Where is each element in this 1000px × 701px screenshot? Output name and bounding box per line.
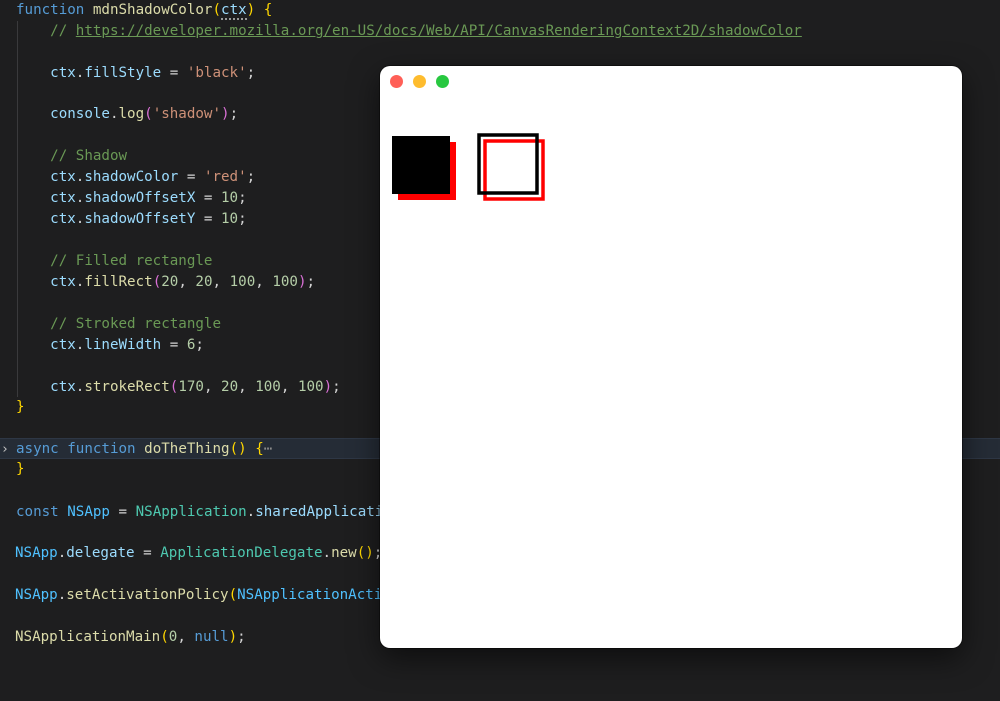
paren-close: ) xyxy=(221,106,230,122)
identifier: ctx xyxy=(50,211,76,227)
identifier: ctx xyxy=(50,190,76,206)
number: 10 xyxy=(221,211,239,227)
argument: NSApplicationActiv xyxy=(237,587,391,603)
docs-link[interactable]: https://developer.mozilla.org/en-US/docs… xyxy=(76,23,802,39)
identifier: ctx xyxy=(50,337,76,353)
brace-close: } xyxy=(16,461,25,477)
property: sharedApplicatio xyxy=(255,504,392,520)
number: 20 xyxy=(161,274,179,290)
property: shadowOffsetY xyxy=(84,211,196,227)
number: 170 xyxy=(178,379,204,395)
identifier: ctx xyxy=(50,65,76,81)
paren-close: ) xyxy=(297,274,307,290)
folded-ellipsis-icon[interactable]: ⋯ xyxy=(264,441,273,457)
paren-open: ( xyxy=(144,106,153,122)
comment: // Stroked rectangle xyxy=(50,316,222,332)
method: fillRect xyxy=(84,274,153,290)
semicolon: ; xyxy=(246,65,256,81)
brace-close: } xyxy=(16,399,25,415)
number: 100 xyxy=(272,274,298,290)
app-window[interactable] xyxy=(380,66,962,648)
stroked-rect xyxy=(477,133,539,195)
number: 100 xyxy=(229,274,256,290)
semicolon: ; xyxy=(195,337,204,353)
semicolon: ; xyxy=(332,379,341,395)
string: 'red' xyxy=(203,169,247,185)
identifier: ctx xyxy=(50,379,76,395)
brace-open: { xyxy=(263,2,273,18)
method: strokeRect xyxy=(84,379,170,395)
filled-rect xyxy=(392,136,450,194)
paren-open: ( xyxy=(160,629,169,645)
identifier: ctx xyxy=(50,169,76,185)
fold-chevron-icon[interactable]: › xyxy=(1,439,9,460)
brace-open: { xyxy=(255,441,264,457)
paren-close: ) xyxy=(228,629,238,645)
param-ctx: ctx xyxy=(221,2,247,20)
property: lineWidth xyxy=(84,337,162,353)
semicolon: ; xyxy=(238,190,247,206)
operator: = xyxy=(161,65,187,81)
property: shadowOffsetX xyxy=(84,190,196,206)
keyword: function xyxy=(16,2,85,18)
comment-slashes: // xyxy=(50,23,76,39)
comment: // Shadow xyxy=(50,148,128,164)
comment: // Filled rectangle xyxy=(50,253,213,269)
keyword: async xyxy=(16,441,59,457)
method: log xyxy=(118,106,145,122)
property: shadowColor xyxy=(84,169,179,185)
property: fillStyle xyxy=(84,65,162,81)
variable: NSApp xyxy=(15,545,58,561)
stroked-rect-shadow xyxy=(483,139,545,201)
function-name: mdnShadowColor xyxy=(92,2,213,18)
number: 20 xyxy=(221,379,239,395)
operator: = xyxy=(109,504,136,520)
parens: () xyxy=(356,545,374,561)
class-name: NSApplication xyxy=(135,504,247,520)
variable: NSApp xyxy=(67,504,110,520)
drawing-canvas xyxy=(392,133,545,201)
function-name: doTheThing xyxy=(144,441,230,457)
method: setActivationPolicy xyxy=(66,587,229,603)
paren-open: ( xyxy=(228,587,238,603)
code-line-2[interactable]: // https://developer.mozilla.org/en-US/d… xyxy=(0,21,1000,42)
number: 100 xyxy=(297,379,324,395)
semicolon: ; xyxy=(246,169,256,185)
class-name: ApplicationDelegate xyxy=(160,545,323,561)
number: 20 xyxy=(195,274,213,290)
semicolon: ; xyxy=(237,629,246,645)
semicolon: ; xyxy=(238,211,247,227)
operator: = xyxy=(161,337,187,353)
code-line-1[interactable]: function mdnShadowColor(ctx) { xyxy=(0,0,1000,21)
keyword: null xyxy=(194,629,229,645)
keyword: function xyxy=(67,441,136,457)
paren-open: ( xyxy=(212,2,222,18)
operator: = xyxy=(134,545,161,561)
number: 100 xyxy=(255,379,281,395)
operator: = xyxy=(178,169,204,185)
number: 10 xyxy=(221,190,239,206)
variable: NSApp xyxy=(15,587,58,603)
operator: = xyxy=(195,211,222,227)
identifier: console xyxy=(50,106,110,122)
string: 'shadow' xyxy=(152,106,222,122)
method: new xyxy=(331,545,357,561)
operator: = xyxy=(195,190,222,206)
function-name: NSApplicationMain xyxy=(15,629,161,645)
semicolon: ; xyxy=(306,274,316,290)
parens: () xyxy=(229,441,247,457)
string: 'black' xyxy=(186,65,247,81)
paren-open: ( xyxy=(152,274,162,290)
paren-close: ) xyxy=(323,379,333,395)
property: delegate xyxy=(66,545,135,561)
keyword: const xyxy=(16,504,59,520)
semicolon: ; xyxy=(229,106,239,122)
identifier: ctx xyxy=(50,274,76,290)
paren-close: ) xyxy=(246,2,256,18)
